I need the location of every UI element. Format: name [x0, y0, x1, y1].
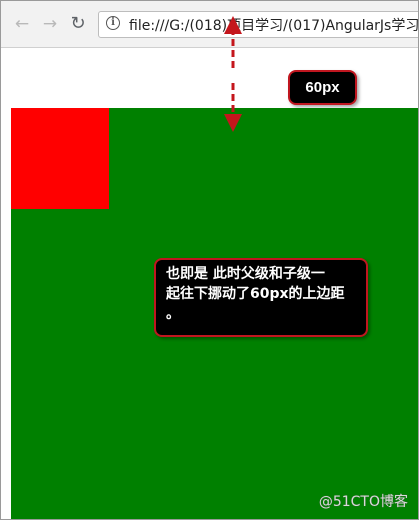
description-line-2: 起往下挪动了60px的上边距	[166, 286, 345, 302]
description-line-3: 。	[166, 306, 180, 322]
description-callout: 也即是 此时父级和子级一 起往下挪动了60px的上边距 。	[154, 258, 368, 337]
browser-toolbar: ← → ↻ i file:///G:/(018)项目学习/(017)Angula…	[1, 1, 418, 48]
info-icon[interactable]: i	[106, 16, 120, 30]
browser-window: ← → ↻ i file:///G:/(018)项目学习/(017)Angula…	[0, 0, 419, 520]
reload-icon[interactable]: ↻	[69, 15, 87, 33]
description-line-1: 也即是 此时父级和子级一	[166, 266, 325, 282]
back-arrow-icon[interactable]: ←	[13, 15, 31, 33]
url-text[interactable]: file:///G:/(018)项目学习/(017)AngularJs学习	[129, 15, 418, 35]
address-bar[interactable]: i file:///G:/(018)项目学习/(017)AngularJs学习	[98, 11, 418, 38]
child-box	[11, 108, 109, 209]
margin-size-callout: 60px	[288, 70, 357, 105]
watermark: @51CTO博客	[318, 494, 408, 510]
forward-arrow-icon[interactable]: →	[41, 15, 59, 33]
